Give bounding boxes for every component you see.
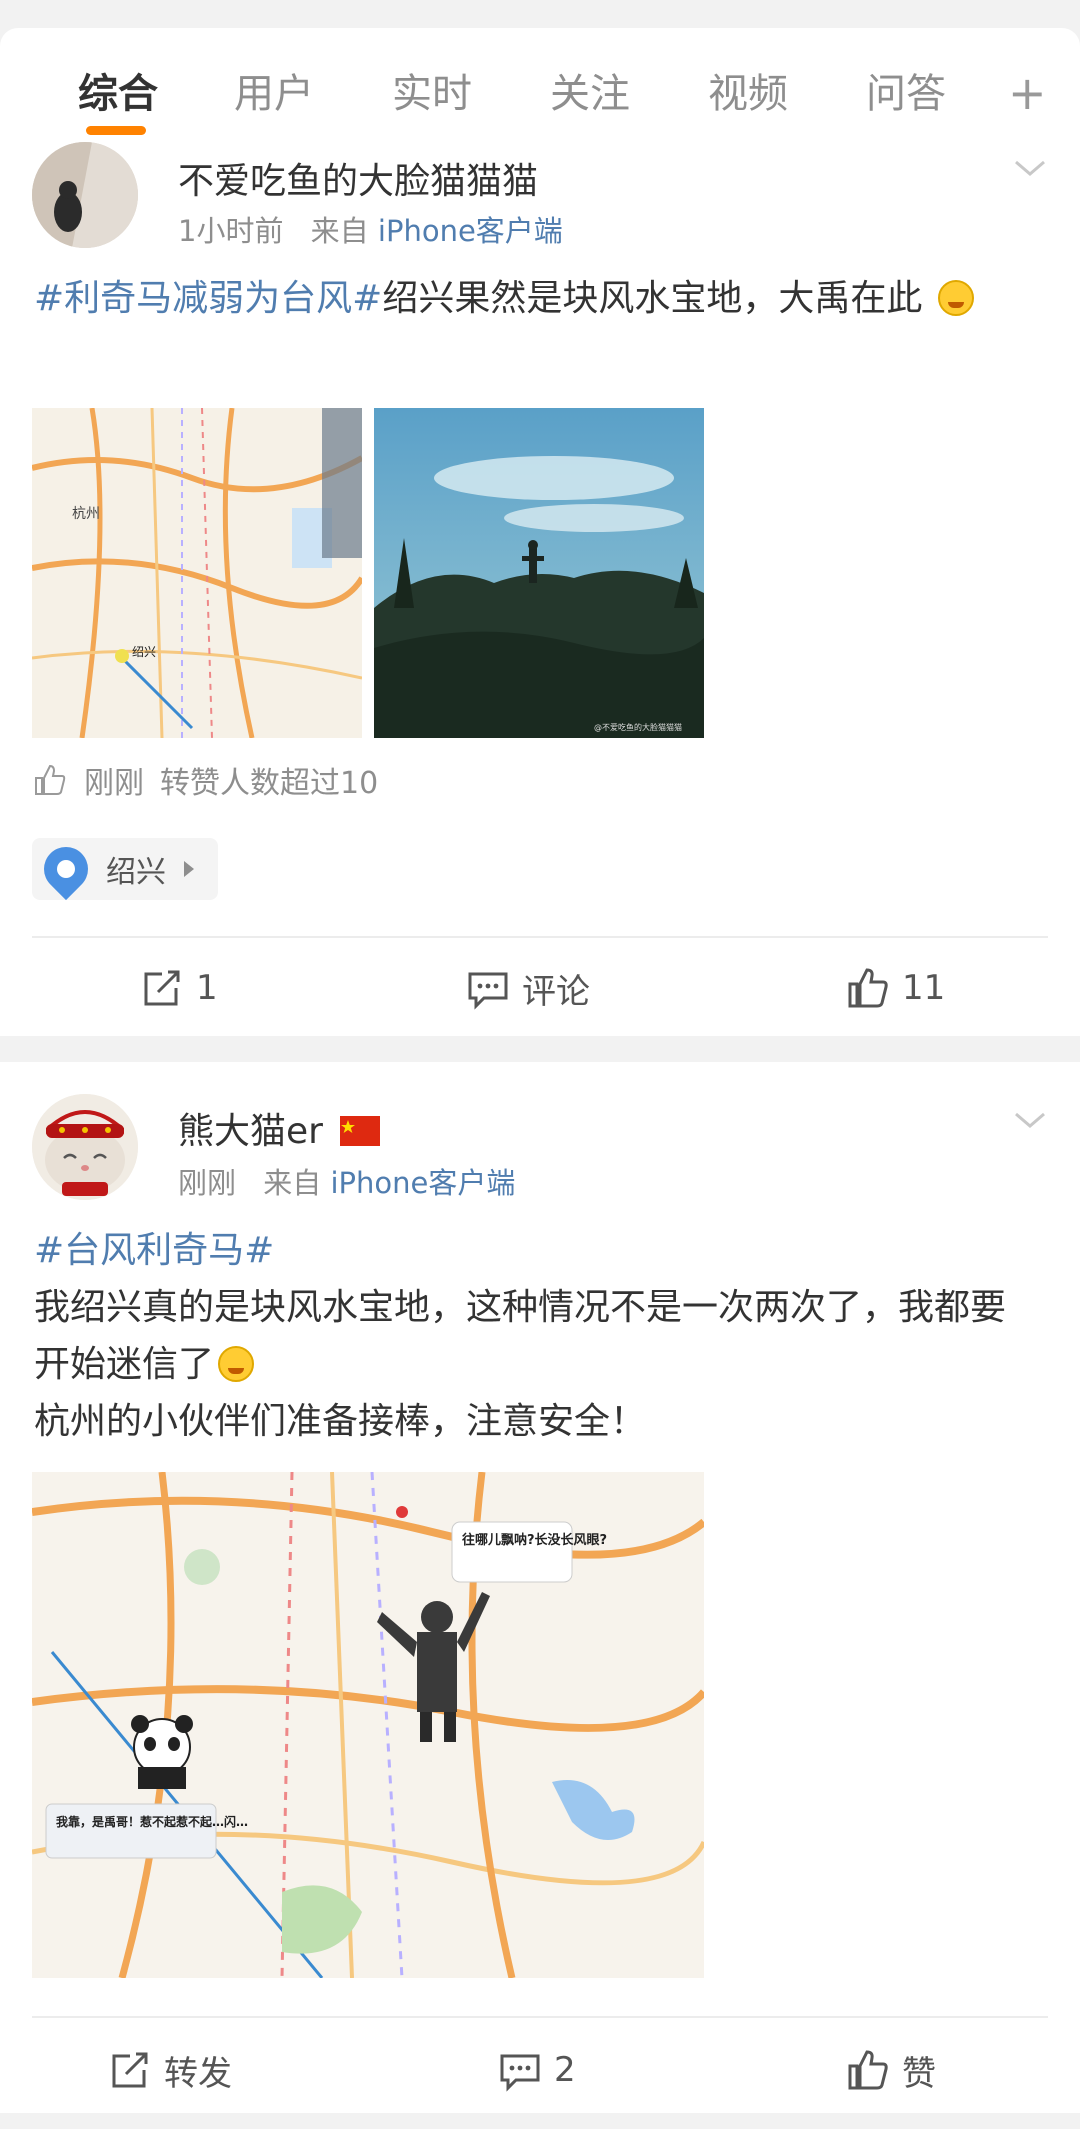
share-icon (112, 2052, 148, 2088)
comment-button[interactable]: 2 (498, 2020, 576, 2120)
share-icon (144, 970, 180, 1006)
tab-qa[interactable]: 问答 (866, 64, 946, 124)
post-body-line: 我绍兴真的是块风水宝地，这种情况不是一次两次了，我都要开始迷信了 (34, 1287, 1007, 1385)
like-button[interactable]: 11 (846, 938, 945, 1038)
flushed-emoji-icon (937, 280, 974, 316)
search-tabs: 综合 用户 实时 关注 视频 问答 + (0, 28, 1080, 138)
map-label: 绍兴 (132, 645, 156, 659)
from-prefix: 来自 (263, 1166, 322, 1200)
from-prefix: 来自 (310, 214, 369, 248)
comment-count: 2 (554, 2050, 576, 2090)
username[interactable]: 熊大猫er (178, 1102, 381, 1154)
repost-button[interactable]: 1 (140, 938, 218, 1038)
avatar[interactable] (32, 1094, 138, 1200)
post-text: #台风利奇马# 我绍兴真的是块风水宝地，这种情况不是一次两次了，我都要开始迷信了… (34, 1222, 1040, 1450)
post-time: 刚刚 (178, 1166, 237, 1200)
post-time: 1小时前 (178, 214, 284, 248)
map-image: 杭州 绍兴 (31, 407, 365, 739)
post-meta: 刚刚 来自 iPhone客户端 (178, 1160, 515, 1202)
post-source[interactable]: iPhone客户端 (330, 1166, 515, 1200)
speech-bubble-text: 往哪儿飘呐?长没长风眼? (462, 1532, 607, 1548)
post-source[interactable]: iPhone客户端 (378, 214, 563, 248)
avatar-image (32, 1094, 138, 1200)
map-meme-image: 往哪儿飘呐?长没长风眼? 我靠，是禹哥！惹不起惹不起…闪… (31, 1471, 708, 1979)
chevron-down-icon[interactable] (1012, 1102, 1048, 1138)
post-body-line: 杭州的小伙伴们准备接棒，注意安全！ (34, 1401, 647, 1442)
post-meta: 1小时前 来自 iPhone客户端 (178, 208, 563, 250)
thumbs-up-icon (35, 764, 66, 795)
repost-count: 1 (196, 968, 218, 1008)
image-watermark: @不爱吃鱼的大脸猫猫猫 (594, 722, 682, 732)
chevron-right-icon (184, 861, 194, 877)
location-name: 绍兴 (106, 855, 166, 890)
username[interactable]: 不爱吃鱼的大脸猫猫猫 (178, 152, 538, 204)
add-tab-button[interactable]: + (1008, 70, 1047, 116)
post-image-statue[interactable]: @不爱吃鱼的大脸猫猫猫 (374, 408, 704, 738)
like-label: 赞 (902, 2053, 936, 2094)
chevron-down-icon[interactable] (1012, 150, 1048, 186)
avatar[interactable] (32, 142, 138, 248)
like-count: 11 (902, 968, 946, 1008)
comment-icon (468, 972, 508, 1010)
statue-photo: @不爱吃鱼的大脸猫猫猫 (374, 408, 704, 738)
post-card: 不爱吃鱼的大脸猫猫猫 1小时前 来自 iPhone客户端 #利奇马减弱为台风#绍… (0, 138, 1080, 1036)
like-button[interactable]: 赞 (846, 2020, 936, 2120)
comment-label: 评论 (522, 971, 590, 1012)
speech-bubble-text: 我靠，是禹哥！惹不起惹不起…闪… (56, 1814, 248, 1829)
active-tab-indicator (86, 126, 146, 135)
like-note-time: 刚刚 (84, 766, 144, 801)
tab-users[interactable]: 用户 (234, 64, 314, 124)
status-strip (0, 0, 1080, 28)
like-note-text: 转赞人数超过10 (160, 766, 379, 801)
repost-label: 转发 (164, 2053, 232, 2094)
comment-icon (500, 2054, 540, 2092)
thumbs-up-icon (848, 968, 888, 1008)
action-bar: 转发 2 赞 (0, 2020, 1080, 2120)
repost-button[interactable]: 转发 (108, 2020, 232, 2120)
thumbs-up-icon (848, 2050, 888, 2090)
tab-comprehensive[interactable]: 综合 (78, 64, 158, 124)
topic-link[interactable]: #利奇马减弱为台风# (34, 278, 382, 319)
comment-button[interactable]: 评论 (466, 938, 590, 1038)
post-image-map[interactable]: 往哪儿飘呐?长没长风眼? 我靠，是禹哥！惹不起惹不起…闪… (31, 1471, 708, 1979)
location-pin-icon (34, 837, 98, 901)
post-image-map[interactable]: 杭州 绍兴 (31, 407, 365, 739)
post-body: 绍兴果然是块风水宝地，大禹在此 (382, 278, 923, 319)
username-text: 熊大猫er (178, 1111, 323, 1152)
post-card: 熊大猫er 刚刚 来自 iPhone客户端 #台风利奇马# 我绍兴真的是块风水宝… (0, 1062, 1080, 2113)
location-chip[interactable]: 绍兴 (32, 837, 218, 901)
post-text: #利奇马减弱为台风#绍兴果然是块风水宝地，大禹在此 (34, 270, 1040, 327)
like-note: 刚刚 转赞人数超过10 (32, 758, 378, 802)
tab-realtime[interactable]: 实时 (392, 64, 472, 124)
china-flag-icon (340, 1116, 381, 1146)
action-bar: 1 评论 11 (0, 938, 1080, 1038)
tab-video[interactable]: 视频 (708, 64, 788, 124)
avatar-image (32, 142, 138, 248)
panda-meme-figure (131, 1715, 193, 1789)
topic-link[interactable]: #台风利奇马# (34, 1222, 1040, 1279)
laughing-tears-emoji-icon (218, 1346, 255, 1382)
map-label: 杭州 (72, 506, 100, 522)
tab-following[interactable]: 关注 (550, 64, 630, 124)
divider (32, 2016, 1048, 2018)
